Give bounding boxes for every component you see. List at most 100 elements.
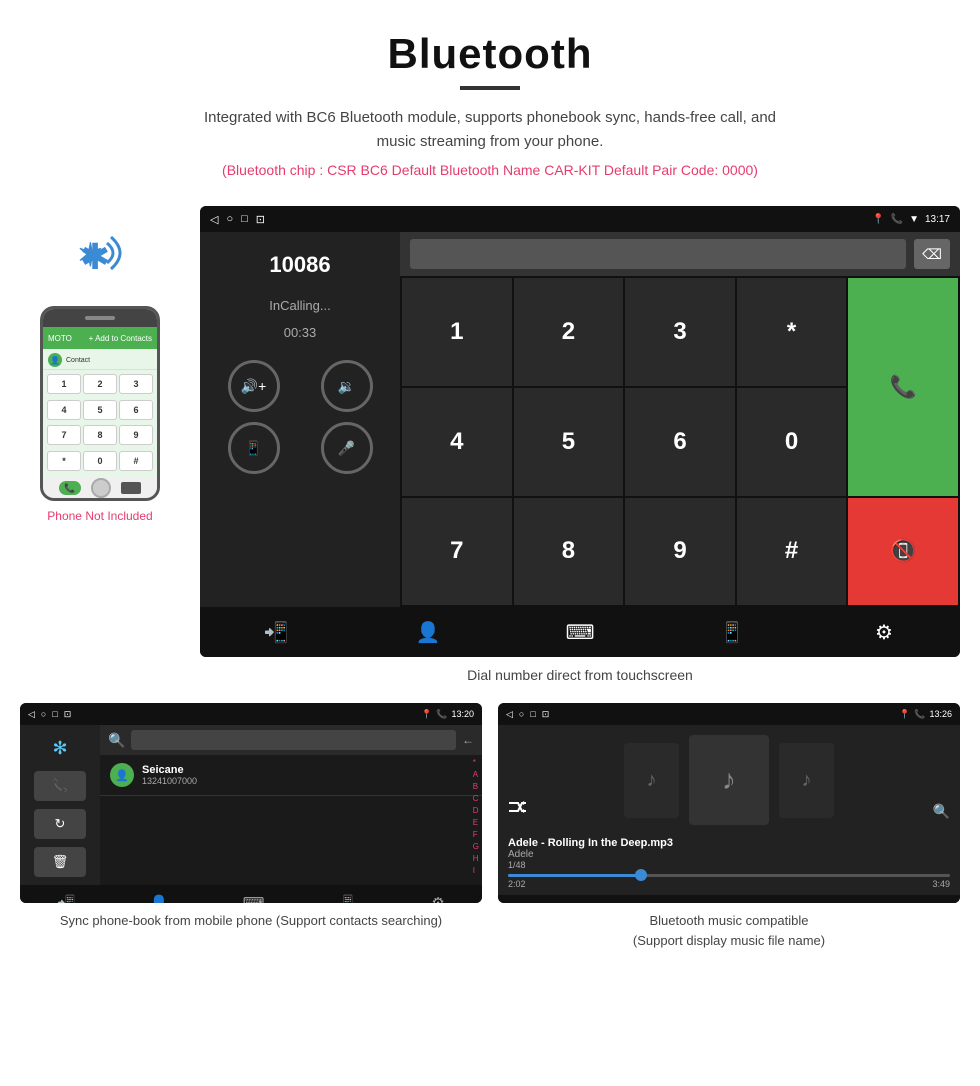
dial-controls: 🔊+ 🔉 📱 🎤: [212, 360, 388, 474]
contacts-icon[interactable]: 👤: [410, 614, 446, 650]
album-art-main: ♪: [689, 735, 769, 825]
phone-top-bar: [43, 309, 157, 327]
music-times: 2:02 3:49: [508, 877, 950, 891]
phone-carrier: MOTO: [48, 334, 72, 343]
phone-speaker: [85, 316, 115, 320]
music-status-bar: ◁ ○ □ ⊡ 📍 📞 13:26: [498, 703, 960, 725]
contact-name: Seicane: [142, 764, 197, 776]
dial-key-9[interactable]: 9: [625, 498, 735, 606]
dial-key-1[interactable]: 1: [402, 278, 512, 386]
dial-key-hash[interactable]: #: [737, 498, 847, 606]
pb-contacts-icon[interactable]: 👤: [150, 894, 169, 903]
dial-key-7[interactable]: 7: [402, 498, 512, 606]
phone-key-8[interactable]: 8: [83, 425, 117, 445]
page-description: Integrated with BC6 Bluetooth module, su…: [190, 106, 790, 154]
dial-key-4[interactable]: 4: [402, 388, 512, 496]
pb-search-row: 🔍 ←: [100, 725, 482, 755]
music-nav-icons: ◁ ○ □ ⊡: [506, 709, 549, 720]
dial-key-3[interactable]: 3: [625, 278, 735, 386]
volume-up-button[interactable]: 🔊+: [228, 360, 280, 412]
settings-icon[interactable]: ⚙: [866, 614, 902, 650]
music-album-area: ♪ ♪ ♪: [498, 725, 960, 835]
phone-key-4[interactable]: 4: [47, 400, 81, 420]
pb-dialpad-icon[interactable]: ⌨: [243, 894, 265, 903]
phone-section: ✱ ✶ MOTO + Add to Contacts 👤 Contact: [20, 206, 180, 523]
phone-key-3[interactable]: 3: [119, 374, 153, 394]
phone-home-button[interactable]: [91, 478, 111, 498]
shuffle-icon[interactable]: [508, 799, 528, 820]
phone-transfer-icon[interactable]: 📱: [714, 614, 750, 650]
pb-status-right: 📍 📞 13:20: [421, 709, 474, 720]
dial-key-6[interactable]: 6: [625, 388, 735, 496]
phonebook-item: ◁ ○ □ ⊡ 📍 📞 13:20 ✻ 📞 ↻ 🗑: [20, 703, 482, 950]
phone-call-button[interactable]: 📞: [59, 481, 81, 495]
pb-grid-icon: ⊡: [64, 709, 72, 720]
bottom-screenshots: ◁ ○ □ ⊡ 📍 📞 13:20 ✻ 📞 ↻ 🗑: [0, 683, 980, 960]
music-artist-name: Adele: [508, 849, 950, 860]
mute-button[interactable]: 🎤: [321, 422, 373, 474]
pb-back-icon: ◁: [28, 709, 35, 720]
transfer-button[interactable]: 📱: [228, 422, 280, 474]
volume-down-button[interactable]: 🔉: [321, 360, 373, 412]
phonebook-body: ✻ 📞 ↻ 🗑 🔍 ← 👤 Seican: [20, 725, 482, 885]
car-bottom-bar: 📲 👤 ⌨ 📱 ⚙: [200, 607, 960, 657]
phone-bottom-bar: 📞: [43, 478, 157, 498]
phone-key-5[interactable]: 5: [83, 400, 117, 420]
bt-call-icon[interactable]: 📲: [258, 614, 294, 650]
phone-key-1[interactable]: 1: [47, 374, 81, 394]
phone-contact-row: 👤 Contact: [43, 349, 157, 370]
pb-home-icon: ○: [41, 709, 46, 720]
dial-key-8[interactable]: 8: [514, 498, 624, 606]
page-header: Bluetooth Integrated with BC6 Bluetooth …: [0, 0, 980, 206]
phone-not-included-label: Phone Not Included: [47, 509, 152, 523]
music-progress-bar[interactable]: [508, 874, 950, 877]
sidebar-delete-button[interactable]: 🗑: [34, 847, 86, 877]
music-recent-icon: □: [530, 709, 535, 720]
music-status-right: 📍 📞 13:26: [899, 709, 952, 720]
phone-contact-label: Contact: [66, 357, 90, 364]
clock: 13:17: [925, 214, 950, 225]
pb-nav-icon: 📍: [421, 709, 432, 720]
sidebar-sync-button[interactable]: ↻: [34, 809, 86, 839]
phone-key-2[interactable]: 2: [83, 374, 117, 394]
dial-key-0[interactable]: 0: [737, 388, 847, 496]
car-screen: ◁ ○ □ ⊡ 📍 📞 ▼ 13:17 10086 InCalling...: [200, 206, 960, 657]
phone-key-9[interactable]: 9: [119, 425, 153, 445]
phone-key-hash[interactable]: #: [119, 451, 153, 471]
music-grid-icon: ⊡: [542, 709, 550, 720]
contact-number: 13241007000: [142, 776, 197, 786]
phone-key-0[interactable]: 0: [83, 451, 117, 471]
music-nav-icon: 📍: [899, 709, 910, 720]
pb-bt-call-icon[interactable]: 📲: [57, 894, 76, 903]
phone-key-star[interactable]: *: [47, 451, 81, 471]
sidebar-call-button[interactable]: 📞: [34, 771, 86, 801]
nav-back-icon: ◁: [210, 213, 218, 226]
dial-input-field[interactable]: [410, 239, 906, 269]
call-answer-button[interactable]: 📞: [848, 278, 958, 496]
phone-key-6[interactable]: 6: [119, 400, 153, 420]
music-count: 1/48: [508, 860, 950, 870]
title-underline: [460, 86, 520, 90]
music-progress-area: 2:02 3:49: [498, 870, 960, 895]
pb-transfer-icon[interactable]: 📱: [339, 894, 358, 903]
dial-key-5[interactable]: 5: [514, 388, 624, 496]
phone-end-button[interactable]: [121, 482, 141, 494]
backspace-button[interactable]: ⌫: [914, 239, 950, 269]
pb-settings-icon[interactable]: ⚙: [431, 894, 444, 903]
music-body: ♪ ♪ ♪ 🔍 Adele - Rolling In the Deep.mp3 …: [498, 725, 960, 895]
album-art-right: ♪: [779, 743, 834, 818]
sidebar-bt-icon[interactable]: ✻: [34, 733, 86, 763]
music-progress-thumb[interactable]: [635, 869, 647, 881]
main-screen-caption: Dial number direct from touchscreen: [200, 667, 960, 683]
dial-key-2[interactable]: 2: [514, 278, 624, 386]
phone-key-7[interactable]: 7: [47, 425, 81, 445]
dialpad-icon[interactable]: ⌨: [562, 614, 598, 650]
dial-key-star[interactable]: *: [737, 278, 847, 386]
music-caption: Bluetooth music compatible(Support displ…: [498, 911, 960, 950]
call-end-button[interactable]: 📵: [848, 498, 958, 606]
search-music-icon[interactable]: 🔍: [933, 803, 950, 820]
music-time-total: 3:49: [932, 879, 950, 889]
phone-add-contact: + Add to Contacts: [89, 334, 152, 343]
pb-back-arrow[interactable]: ←: [462, 733, 474, 747]
pb-search-input[interactable]: [131, 730, 456, 750]
